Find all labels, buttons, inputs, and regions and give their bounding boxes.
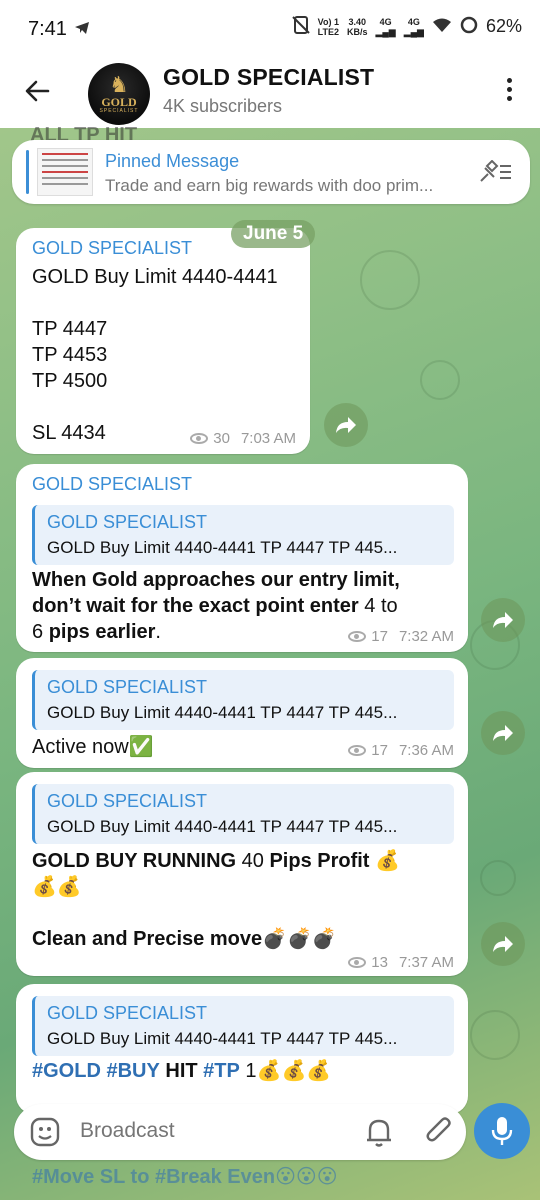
- view-count: 17: [371, 628, 388, 645]
- pinned-message-bar[interactable]: Pinned Message Trade and earn big reward…: [12, 140, 530, 204]
- back-arrow-icon[interactable]: [24, 78, 50, 109]
- views-eye-icon: [348, 631, 367, 642]
- forward-button[interactable]: [481, 922, 525, 966]
- message-text: 6 pips earlier.: [32, 621, 161, 643]
- views-eye-icon: [348, 957, 367, 968]
- views-eye-icon: [190, 433, 209, 444]
- message-text: don’t wait for the exact point enter 4 t…: [32, 595, 398, 617]
- dnd-icon: [291, 16, 310, 37]
- pinned-title: Pinned Message: [105, 151, 240, 171]
- message-meta: 17 7:32 AM: [348, 628, 454, 645]
- message-bubble[interactable]: GOLD SPECIALIST GOLD Buy Limit 4440-4441…: [16, 228, 310, 454]
- message-text: GOLD Buy Limit 4440-4441 TP 4447 TP 4453…: [32, 266, 278, 444]
- reply-quote[interactable]: GOLD SPECIALIST GOLD Buy Limit 4440-4441…: [32, 670, 454, 730]
- message-time: 7:32 AM: [398, 628, 454, 645]
- message-text: Clean and Precise move💣💣💣: [32, 928, 337, 950]
- pinned-text: Trade and earn big rewards with doo prim…: [105, 176, 434, 195]
- clock: 7:41: [28, 18, 67, 40]
- reply-quote[interactable]: GOLD SPECIALIST GOLD Buy Limit 4440-4441…: [32, 505, 454, 565]
- view-count: 13: [371, 954, 388, 971]
- reply-quote[interactable]: GOLD SPECIALIST GOLD Buy Limit 4440-4441…: [32, 996, 454, 1056]
- message-meta: 30 7:03 AM: [190, 430, 296, 447]
- message-bubble[interactable]: GOLD SPECIALIST GOLD Buy Limit 4440-4441…: [16, 984, 468, 1114]
- sticker-emoji-icon[interactable]: [30, 1117, 60, 1152]
- pin-list-icon[interactable]: [478, 159, 512, 189]
- message-time: 7:37 AM: [398, 954, 454, 971]
- message-text: 💰💰: [32, 876, 82, 898]
- bell-icon[interactable]: [364, 1116, 394, 1153]
- view-count: 30: [213, 430, 230, 447]
- forward-button[interactable]: [324, 403, 368, 447]
- message-time: 7:03 AM: [240, 430, 296, 447]
- battery-icon: [460, 16, 478, 37]
- battery-percent: 62%: [485, 16, 522, 36]
- subscriber-count: 4K subscribers: [163, 96, 283, 116]
- reply-quote[interactable]: GOLD SPECIALIST GOLD Buy Limit 4440-4441…: [32, 784, 454, 844]
- microphone-icon: [491, 1117, 513, 1145]
- volte-indicator: Vo) 1 LTE2: [317, 16, 339, 37]
- pinned-thumbnail: [37, 148, 93, 196]
- broadcast-input[interactable]: [80, 1119, 330, 1143]
- chat-header: ♞ GOLD SPECIALIST GOLD SPECIALIST 4K sub…: [0, 58, 540, 128]
- forward-button[interactable]: [481, 598, 525, 642]
- lion-logo-icon: ♞: [109, 72, 129, 97]
- message-text: #GOLD #BUY HIT #TP 1💰💰💰: [32, 1060, 332, 1082]
- channel-title[interactable]: GOLD SPECIALIST: [163, 64, 374, 91]
- message-bubble[interactable]: GOLD SPECIALIST GOLD Buy Limit 4440-4441…: [16, 772, 468, 976]
- message-input-bar: [14, 1104, 466, 1160]
- message-text: GOLD BUY RUNNING 40 Pips Profit 💰: [32, 850, 400, 872]
- forward-button[interactable]: [481, 711, 525, 755]
- message-meta: 17 7:36 AM: [348, 742, 454, 759]
- next-message-fragment: #Move SL to #Break Even😮😮😮: [32, 1166, 338, 1188]
- microphone-button[interactable]: [474, 1103, 530, 1159]
- attach-paperclip-icon[interactable]: [424, 1116, 454, 1153]
- signal-4g-a: 4G ▂▄▆: [375, 16, 396, 37]
- message-bubble[interactable]: GOLD SPECIALIST GOLD Buy Limit 4440-4441…: [16, 658, 468, 768]
- views-eye-icon: [348, 745, 367, 756]
- message-bubble[interactable]: GOLD SPECIALIST GOLD SPECIALIST GOLD Buy…: [16, 464, 468, 652]
- view-count: 17: [371, 742, 388, 759]
- telegram-notification-icon: [74, 21, 90, 40]
- date-chip: June 5: [231, 220, 316, 248]
- message-text: Active now✅: [32, 736, 154, 758]
- message-meta: 13 7:37 AM: [348, 954, 454, 971]
- message-text: When Gold approaches our entry limit,: [32, 569, 400, 591]
- more-options-icon[interactable]: [507, 78, 512, 101]
- wifi-icon: [432, 17, 452, 36]
- status-bar: 7:41 Vo) 1 LTE2 3.40 KB/s 4G ▂▄▆ 4G ▂▄▆ 62%: [0, 0, 540, 58]
- message-time: 7:36 AM: [398, 742, 454, 759]
- signal-4g-b: 4G ▂▄▆: [403, 16, 424, 37]
- sender-name[interactable]: GOLD SPECIALIST: [32, 474, 192, 495]
- pinned-indicator: [26, 150, 29, 194]
- network-speed: 3.40 KB/s: [346, 16, 368, 37]
- channel-avatar[interactable]: ♞ GOLD SPECIALIST: [88, 63, 150, 125]
- sender-name[interactable]: GOLD SPECIALIST: [32, 238, 192, 259]
